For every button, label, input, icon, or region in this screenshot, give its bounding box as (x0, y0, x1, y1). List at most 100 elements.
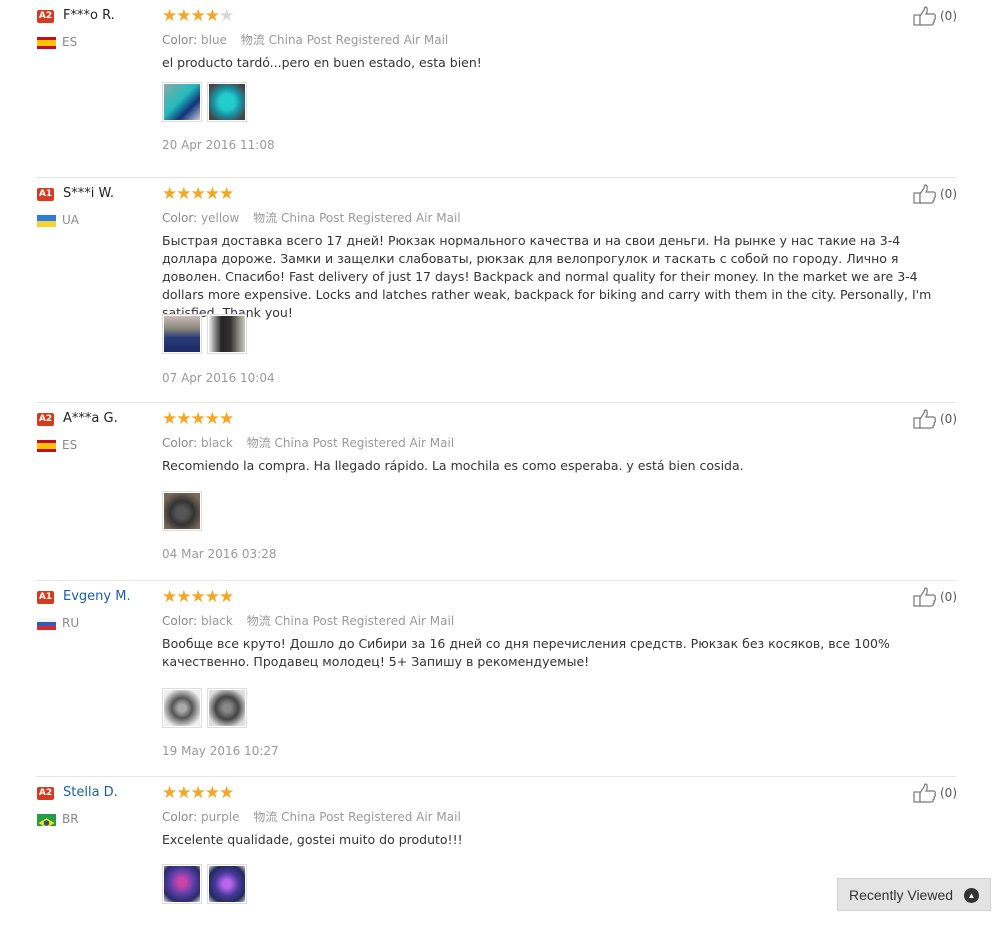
thumbs-up-icon (913, 587, 936, 607)
review-date: 20 Apr 2016 11:08 (162, 138, 275, 152)
buyer-level-badge: A1 (37, 591, 54, 604)
review-photo-thumbnail[interactable] (207, 314, 247, 354)
star-filled-icon: ★ (162, 184, 177, 204)
flag-es-icon (37, 440, 56, 452)
review-text: Быстрая доставка всего 17 дней! Рюкзак н… (162, 233, 932, 320)
star-filled-icon: ★ (219, 783, 234, 803)
color-label: Color: (162, 810, 198, 824)
reviewer-country: ES (62, 438, 78, 452)
review-photos (162, 491, 202, 531)
review-photo-thumbnail[interactable] (207, 82, 247, 122)
star-filled-icon: ★ (204, 184, 220, 204)
review-meta: Color: black 物流 China Post Registered Ai… (162, 434, 454, 451)
reviewer-country: UA (62, 213, 79, 227)
buyer-level-badge: A2 (37, 787, 54, 800)
star-filled-icon: ★ (190, 409, 206, 429)
shipping-method: China Post Registered Air Mail (274, 614, 455, 628)
buyer-level-badge: A2 (37, 10, 54, 23)
star-filled-icon: ★ (190, 587, 206, 607)
review-photo-thumbnail[interactable] (162, 688, 202, 728)
review-photo-thumbnail[interactable] (162, 82, 202, 122)
star-filled-icon: ★ (176, 587, 191, 607)
helpful-count: (0) (940, 187, 957, 201)
review-photos (162, 688, 247, 728)
review-text: Excelente qualidade, gostei muito do pro… (162, 832, 463, 847)
helpful-count: (0) (940, 590, 957, 604)
helpful-button[interactable]: (0) (913, 6, 957, 26)
review-meta: Color: blue 物流 China Post Registered Air… (162, 31, 448, 48)
flag-br-diamond (38, 818, 55, 826)
color-label: Color: (162, 436, 198, 450)
color-value: black (201, 436, 233, 450)
thumbs-up-icon (913, 184, 936, 204)
star-filled-icon: ★ (190, 783, 206, 803)
helpful-button[interactable]: (0) (913, 587, 957, 607)
logistics-label: 物流 (246, 436, 271, 450)
star-filled-icon: ★ (162, 783, 177, 803)
flag-ua-icon (37, 215, 56, 227)
review-photo-thumbnail[interactable] (162, 864, 202, 904)
shipping-method: China Post Registered Air Mail (268, 33, 449, 47)
reviewer-name: F***o R. (63, 8, 115, 23)
star-filled-icon: ★ (219, 587, 234, 607)
star-filled-icon: ★ (176, 184, 191, 204)
star-filled-icon: ★ (162, 6, 177, 26)
helpful-button[interactable]: (0) (913, 783, 957, 803)
review-photos (162, 314, 247, 354)
color-value: black (201, 614, 233, 628)
star-rating: ★★★★★ (162, 184, 234, 204)
helpful-count: (0) (940, 786, 957, 800)
thumbs-up-icon (913, 783, 936, 803)
logistics-label: 物流 (246, 614, 271, 628)
star-filled-icon: ★ (219, 409, 234, 429)
star-filled-icon: ★ (204, 587, 220, 607)
flag-ru-icon (37, 618, 56, 630)
reviewer-country: ES (62, 35, 78, 49)
reviewer-country: RU (62, 616, 80, 630)
thumbs-up-icon (913, 409, 936, 429)
reviewer-name: S***i W. (63, 186, 114, 201)
color-value: yellow (201, 211, 240, 225)
color-label: Color: (162, 211, 198, 225)
star-empty-icon: ★ (219, 6, 234, 26)
star-rating: ★★★★★ (162, 783, 234, 803)
review-date: 19 May 2016 10:27 (162, 744, 279, 758)
review-photo-thumbnail[interactable] (162, 314, 202, 354)
color-value: blue (201, 33, 227, 47)
review-date: 07 Apr 2016 10:04 (162, 371, 275, 385)
chevron-up-icon: ▲ (964, 888, 979, 903)
review-text: el producto tardó...pero en buen estado,… (162, 55, 482, 70)
star-filled-icon: ★ (204, 409, 220, 429)
star-filled-icon: ★ (204, 6, 220, 26)
review-meta: Color: yellow 物流 China Post Registered A… (162, 209, 461, 226)
logistics-label: 物流 (240, 33, 265, 47)
review-item: A1 S***i W. UA ★★★★★ Color: yellow 物流 Ch… (36, 178, 957, 403)
star-filled-icon: ★ (204, 783, 220, 803)
review-text: Вообще все круто! Дошло до Сибири за 16 … (162, 636, 890, 669)
review-photo-thumbnail[interactable] (207, 688, 247, 728)
helpful-button[interactable]: (0) (913, 184, 957, 204)
recently-viewed-button[interactable]: Recently Viewed ▲ (837, 878, 991, 911)
reviewer-name-link[interactable]: Stella D. (63, 785, 118, 800)
reviewer-name-link[interactable]: Evgeny M. (63, 589, 131, 604)
review-item: A2 F***o R. ES ★★★★★ Color: blue 物流 Chin… (36, 0, 957, 178)
review-photo-thumbnail[interactable] (207, 864, 247, 904)
buyer-level-badge: A2 (37, 413, 54, 426)
color-label: Color: (162, 614, 198, 628)
review-meta: Color: black 物流 China Post Registered Ai… (162, 612, 454, 629)
star-filled-icon: ★ (162, 409, 177, 429)
review-list: A2 F***o R. ES ★★★★★ Color: blue 物流 Chin… (36, 0, 957, 937)
star-rating: ★★★★★ (162, 6, 234, 26)
shipping-method: China Post Registered Air Mail (274, 436, 455, 450)
star-filled-icon: ★ (176, 783, 191, 803)
logistics-label: 物流 (253, 810, 278, 824)
helpful-button[interactable]: (0) (913, 409, 957, 429)
flag-es-icon (37, 37, 56, 49)
helpful-count: (0) (940, 412, 957, 426)
helpful-count: (0) (940, 9, 957, 23)
review-meta: Color: purple 物流 China Post Registered A… (162, 808, 461, 825)
review-photo-thumbnail[interactable] (162, 491, 202, 531)
shipping-method: China Post Registered Air Mail (280, 211, 461, 225)
recently-viewed-label: Recently Viewed (849, 886, 954, 903)
review-text: Recomiendo la compra. Ha llegado rápido.… (162, 458, 744, 473)
